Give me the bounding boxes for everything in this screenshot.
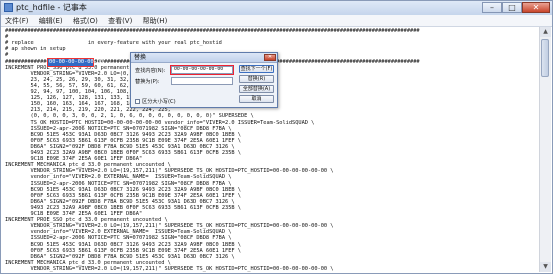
text-line: ISSUED=2-apr-2006 NOTICE=PTC SN=07071982… <box>5 235 232 242</box>
text-line: 9C1B E09E 374F 2E5A 60E1 1FEF DB6A" <box>5 211 143 217</box>
menu-bar: 文件(F) 编辑(E) 格式(O) 查看(V) 帮助(H) <box>1 15 552 27</box>
text-line: TS_OK HOSTID=PTC_HOSTID=00-00-00-00-00-0… <box>5 119 315 126</box>
text-line: BC9D 51E5 453C 93A1 D63D 0BC7 3126 9493 … <box>5 131 242 138</box>
text-line: DB6A" SIGN2="092F DBD8 F7BA BC9D 51E5 45… <box>5 253 235 260</box>
text-line: 9C1B E09E 374F 2E5A 60E1 1FEF DB6A" <box>5 156 143 163</box>
text-line: # <box>5 52 9 59</box>
text-line: # ap shown in setup <box>5 46 66 53</box>
text-line: ISSUED=2-apr-2006 NOTICE=PTC SN=07071982… <box>5 125 232 132</box>
match-case-label: 区分大小写(C) <box>142 99 176 105</box>
menu-format[interactable]: 格式(O) <box>69 15 102 26</box>
minimize-button[interactable]: – <box>482 2 502 13</box>
text-line: VENDOR_STRING="VIVER=2.0 LO=(19,157,211)… <box>5 223 334 230</box>
text-line: 0F0F 5C63 6933 5B61 613F 0CFB 235B 9C1B … <box>5 137 242 144</box>
menu-help[interactable]: 帮助(H) <box>139 15 172 26</box>
window-title: ptc_hdfile - 记事本 <box>16 3 87 12</box>
selected-text-highlight: 00-00-00-00-00-00 <box>47 58 103 67</box>
text-line: VENDOR_STRING="VIVER=2.0 LO=(19,157,211)… <box>5 168 334 175</box>
maximize-button[interactable]: □ <box>502 2 522 13</box>
text-line: VENDOR_STRING="VIVER=2.0 LO=(0, <box>5 70 130 77</box>
find-label: 查找内容(N): <box>135 68 166 74</box>
find-input[interactable]: 00-00-00-00-00-00 <box>170 65 234 75</box>
text-line: 0F0F 5C63 6933 5B61 613F 0CFB 235B 9C1B … <box>5 247 242 254</box>
menu-edit[interactable]: 编辑(E) <box>35 15 67 26</box>
text-line: # <box>5 34 9 41</box>
find-next-button[interactable]: 查找下一个(F) <box>239 65 274 73</box>
replace-all-button[interactable]: 全部替换(A) <box>239 85 274 93</box>
notepad-icon <box>4 3 13 12</box>
text-line: vendor_info="VIVER=2.0 EXTERNAL_NAME= IS… <box>5 229 232 236</box>
text-line: 0F0F 5C63 6933 5B61 613F 0CFB 235B 9C1B … <box>5 192 242 199</box>
text-line: ########################################… <box>5 28 420 34</box>
text-line: vendor_info="VIVER=2.0 EXTERNAL_NAME= IS… <box>5 174 232 181</box>
menu-view[interactable]: 查看(V) <box>104 15 136 26</box>
match-case-checkbox[interactable] <box>135 99 140 104</box>
menu-file[interactable]: 文件(F) <box>1 15 33 26</box>
text-line: BC9D 51E5 453C 93A1 D63D 0BC7 3126 9493 … <box>5 186 242 193</box>
text-line: INCREMENT MECHANICA ptc_d 33.0 permanent… <box>5 259 171 266</box>
close-button[interactable]: ✕ <box>522 2 550 13</box>
text-line: BC9D 51E5 453C 93A1 D63D 0BC7 3126 9493 … <box>5 241 242 248</box>
text-line: DB6A" SIGN2="092F DBD8 F7BA BC9D 51E5 45… <box>5 143 235 150</box>
text-line: INCREMENT PROE_SSO ptc_d 33.0 permanent … <box>5 217 168 224</box>
replace-button[interactable]: 替换(R) <box>239 75 274 83</box>
text-line: VENDOR_STRING="VIVER=2.0 LO=(19,157,211)… <box>5 265 334 272</box>
replace-dialog: 替换 ✕ 查找内容(N): 00-00-00-00-00-00 替换为(P): … <box>130 52 278 108</box>
dialog-close-button[interactable]: ✕ <box>264 54 276 61</box>
selected-hostid-text: 00-00-00-00-00-00 <box>49 59 104 65</box>
replace-label: 替换为(P): <box>135 79 160 85</box>
text-line: ISSUED=2-apr-2006 NOTICE=PTC SN=07071982… <box>5 180 232 187</box>
text-line: 213, 214, 215, 219, 220, 221, 222, 224, … <box>5 107 171 114</box>
text-line: (0, 0, 0, 0, 3, 0, 0, 2, 1, 0, 6, 0, 0, … <box>5 113 254 120</box>
cancel-button[interactable]: 取消 <box>239 95 274 103</box>
text-line: INCREMENT MECHANICA ptc_d 33.0 permanent… <box>5 162 171 169</box>
text-line: DB6A" SIGN2="092F DBD8 F7BA BC9D 51E5 45… <box>5 198 235 205</box>
replace-dialog-title[interactable]: 替换 <box>131 53 277 63</box>
scroll-down-arrow-icon[interactable]: ▼ <box>540 262 551 272</box>
text-line: # replace in every-feature with your rea… <box>5 40 222 47</box>
text-line: 9493 2C23 32A9 A9BF 0BC0 1BEB 0F0F 5C63 … <box>5 150 242 156</box>
title-bar[interactable]: ptc_hdfile - 记事本 – □ ✕ <box>1 1 552 16</box>
notepad-window: ptc_hdfile - 记事本 – □ ✕ 文件(F) 编辑(E) 格式(O)… <box>0 0 553 274</box>
replace-input[interactable] <box>171 77 233 85</box>
text-line: 9493 2C23 32A9 A9BF 0BC0 1BEB 0F0F 5C63 … <box>5 204 242 211</box>
scroll-thumb[interactable] <box>541 39 549 77</box>
scroll-up-arrow-icon[interactable]: ▲ <box>540 27 551 37</box>
vertical-scrollbar[interactable]: ▲ ▼ <box>539 27 551 272</box>
